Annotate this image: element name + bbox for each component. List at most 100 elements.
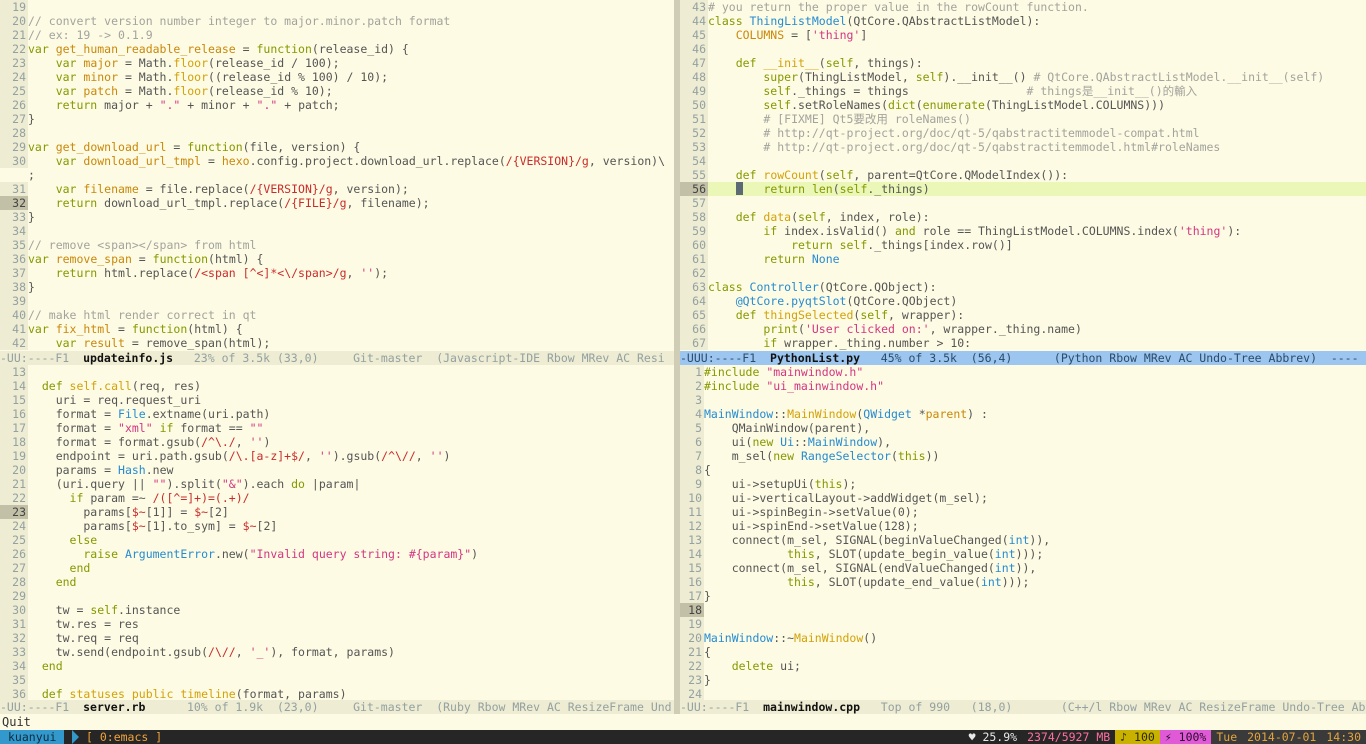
- code-line[interactable]: 59 if index.isValid() and role == ThingL…: [680, 224, 1366, 238]
- code-line[interactable]: 22 delete ui;: [680, 659, 1366, 673]
- code-line[interactable]: 50 self.setRoleNames(dict(enumerate(Thin…: [680, 98, 1366, 112]
- code-line[interactable]: 12 ui->spinEnd->setValue(128);: [680, 519, 1366, 533]
- code-line[interactable]: 3: [680, 393, 1366, 407]
- code-line[interactable]: 4 MainWindow::MainWindow(QWidget *parent)…: [680, 407, 1366, 421]
- code-line[interactable]: 34: [0, 224, 674, 238]
- code-line[interactable]: 34 end: [0, 659, 674, 673]
- code-line[interactable]: 15 connect(m_sel, SIGNAL(endValueChanged…: [680, 561, 1366, 575]
- code-line[interactable]: 19: [0, 0, 674, 14]
- code-line[interactable]: 13: [0, 365, 674, 379]
- code-line[interactable]: 32 return download_url_tmpl.replace(/{FI…: [0, 196, 674, 210]
- code-line[interactable]: 36 var remove_span = function(html) {: [0, 252, 674, 266]
- code-line[interactable]: 10 ui->verticalLayout->addWidget(m_sel);: [680, 491, 1366, 505]
- code-line[interactable]: 32 tw.req = req: [0, 631, 674, 645]
- code-line[interactable]: 33}: [0, 210, 674, 224]
- code-line[interactable]: 21 (uri.query || "").split("&").each do …: [0, 477, 674, 491]
- code-line[interactable]: 56 return len(self._things): [680, 182, 1366, 196]
- code-line[interactable]: 52 # http://qt-project.org/doc/qt-5/qabs…: [680, 126, 1366, 140]
- window-divider[interactable]: [674, 0, 680, 716]
- code-line[interactable]: 20 params = Hash.new: [0, 463, 674, 477]
- pane-pythonlist-py[interactable]: 43 # you return the proper value in the r…: [680, 0, 1366, 365]
- code-line[interactable]: 60 return self._things[index.row()]: [680, 238, 1366, 252]
- code-line[interactable]: 29 var get_download_url = function(file, …: [0, 140, 674, 154]
- code-line[interactable]: 55 def rowCount(self, parent=QtCore.QMod…: [680, 168, 1366, 182]
- code-line[interactable]: 17}: [680, 589, 1366, 603]
- code-line[interactable]: 27 end: [0, 561, 674, 575]
- code-line[interactable]: 15 uri = req.request_uri: [0, 393, 674, 407]
- code-line[interactable]: 24: [680, 687, 1366, 700]
- buffer-name[interactable]: PythonList.py: [770, 351, 860, 365]
- code-area[interactable]: 19 20// convert version number integer to…: [0, 0, 674, 351]
- minibuffer[interactable]: Quit: [0, 714, 1366, 730]
- code-area[interactable]: 1 #include "mainwindow.h" 2 #include "ui_ma…: [680, 365, 1366, 700]
- code-line[interactable]: 16 this, SLOT(update_end_value(int)));: [680, 575, 1366, 589]
- code-line[interactable]: 23 var major = Math.floor(release_id / 1…: [0, 56, 674, 70]
- code-line[interactable]: 25 else: [0, 533, 674, 547]
- code-line[interactable]: 26 return major + "." + minor + "." + pa…: [0, 98, 674, 112]
- code-line[interactable]: 45 COLUMNS = ['thing']: [680, 28, 1366, 42]
- code-line[interactable]: 57: [680, 196, 1366, 210]
- code-area[interactable]: 13 14 def self.call(req, res) 15 uri = req…: [0, 365, 674, 700]
- code-line[interactable]: 8{: [680, 463, 1366, 477]
- code-line[interactable]: 53 # http://qt-project.org/doc/qt-5/qabs…: [680, 140, 1366, 154]
- code-line[interactable]: 54: [680, 154, 1366, 168]
- code-line[interactable]: 26 raise ArgumentError.new("Invalid quer…: [0, 547, 674, 561]
- code-line[interactable]: 43 # you return the proper value in the r…: [680, 0, 1366, 14]
- code-line[interactable]: 39: [0, 294, 674, 308]
- code-line[interactable]: 11 ui->spinBegin->setValue(0);: [680, 505, 1366, 519]
- code-line[interactable]: 13 connect(m_sel, SIGNAL(beginValueChang…: [680, 533, 1366, 547]
- code-line[interactable]: 35: [0, 673, 674, 687]
- code-line[interactable]: 24 params[$~[1].to_sym] = $~[2]: [0, 519, 674, 533]
- code-line[interactable]: 23 params[$~[1]] = $~[2]: [0, 505, 674, 519]
- code-line[interactable]: 28: [0, 126, 674, 140]
- code-line[interactable]: 35// remove <span></span> from html: [0, 238, 674, 252]
- code-line[interactable]: 41 var fix_html = function(html) {: [0, 322, 674, 336]
- code-line[interactable]: 20 MainWindow::~MainWindow(): [680, 631, 1366, 645]
- code-line[interactable]: 14 def self.call(req, res): [0, 379, 674, 393]
- buffer-name[interactable]: updateinfo.js: [83, 351, 173, 365]
- code-line[interactable]: 58 def data(self, index, role):: [680, 210, 1366, 224]
- buffer-name[interactable]: mainwindow.cpp: [763, 700, 860, 714]
- code-line[interactable]: 49 self._things = things # things是__init…: [680, 84, 1366, 98]
- code-line[interactable]: 47 def __init__(self, things):: [680, 56, 1366, 70]
- code-line[interactable]: 9 ui->setupUi(this);: [680, 477, 1366, 491]
- code-line[interactable]: 38}: [0, 280, 674, 294]
- code-line[interactable]: 44 class ThingListModel(QtCore.QAbstractL…: [680, 14, 1366, 28]
- code-line[interactable]: 63 class Controller(QtCore.QObject):: [680, 280, 1366, 294]
- code-line[interactable]: 33 tw.send(endpoint.gsub(/\//, '_'), for…: [0, 645, 674, 659]
- code-line[interactable]: 66 print('User clicked on:', wrapper._th…: [680, 322, 1366, 336]
- code-line[interactable]: 29: [0, 589, 674, 603]
- code-line[interactable]: 23}: [680, 673, 1366, 687]
- code-line[interactable]: 7 m_sel(new RangeSelector(this)): [680, 449, 1366, 463]
- code-line[interactable]: 40// make html render correct in qt: [0, 308, 674, 322]
- code-line[interactable]: 17 format = "xml" if format == "": [0, 421, 674, 435]
- code-line[interactable]: 67 if wrapper._thing.number > 10:: [680, 336, 1366, 350]
- code-line[interactable]: 28 end: [0, 575, 674, 589]
- code-line[interactable]: 64 @QtCore.pyqtSlot(QtCore.QObject): [680, 294, 1366, 308]
- code-line[interactable]: 5 QMainWindow(parent),: [680, 421, 1366, 435]
- code-line[interactable]: 20// convert version number integer to m…: [0, 14, 674, 28]
- code-line[interactable]: 19: [680, 617, 1366, 631]
- code-line[interactable]: 14 this, SLOT(update_begin_value(int)));: [680, 547, 1366, 561]
- code-line[interactable]: 30 var download_url_tmpl = hexo.config.p…: [0, 154, 674, 168]
- code-line[interactable]: 62: [680, 266, 1366, 280]
- code-line[interactable]: 30 tw = self.instance: [0, 603, 674, 617]
- code-line[interactable]: 22 var get_human_readable_release = funct…: [0, 42, 674, 56]
- pane-mainwindow-cpp[interactable]: 1 #include "mainwindow.h" 2 #include "ui_ma…: [680, 365, 1366, 714]
- code-line[interactable]: 31 tw.res = res: [0, 617, 674, 631]
- pane-server-rb[interactable]: 13 14 def self.call(req, res) 15 uri = req…: [0, 365, 674, 714]
- code-line[interactable]: 16 format = File.extname(uri.path): [0, 407, 674, 421]
- code-line[interactable]: 1 #include "mainwindow.h": [680, 365, 1366, 379]
- code-line[interactable]: 36 def statuses_public_timeline(format, …: [0, 687, 674, 700]
- code-line[interactable]: 42 var result = remove_span(html);: [0, 336, 674, 350]
- code-line[interactable]: 61 return None: [680, 252, 1366, 266]
- tmux-window-tab[interactable]: [ 0:emacs ]: [86, 730, 162, 744]
- code-line[interactable]: 25 var patch = Math.floor(release_id % 1…: [0, 84, 674, 98]
- code-line[interactable]: 19 endpoint = uri.path.gsub(/\.[a-z]+$/,…: [0, 449, 674, 463]
- code-line[interactable]: 21// ex: 19 -> 0.1.9: [0, 28, 674, 42]
- code-line[interactable]: 24 var minor = Math.floor((release_id % …: [0, 70, 674, 84]
- code-line[interactable]: 51 # [FIXME] Qt5要改用 roleNames(): [680, 112, 1366, 126]
- code-line[interactable]: 31 var filename = file.replace(/{VERSION…: [0, 182, 674, 196]
- code-line[interactable]: 46: [680, 42, 1366, 56]
- code-line[interactable]: 22 if param =~ /([^=]+)=(.+)/: [0, 491, 674, 505]
